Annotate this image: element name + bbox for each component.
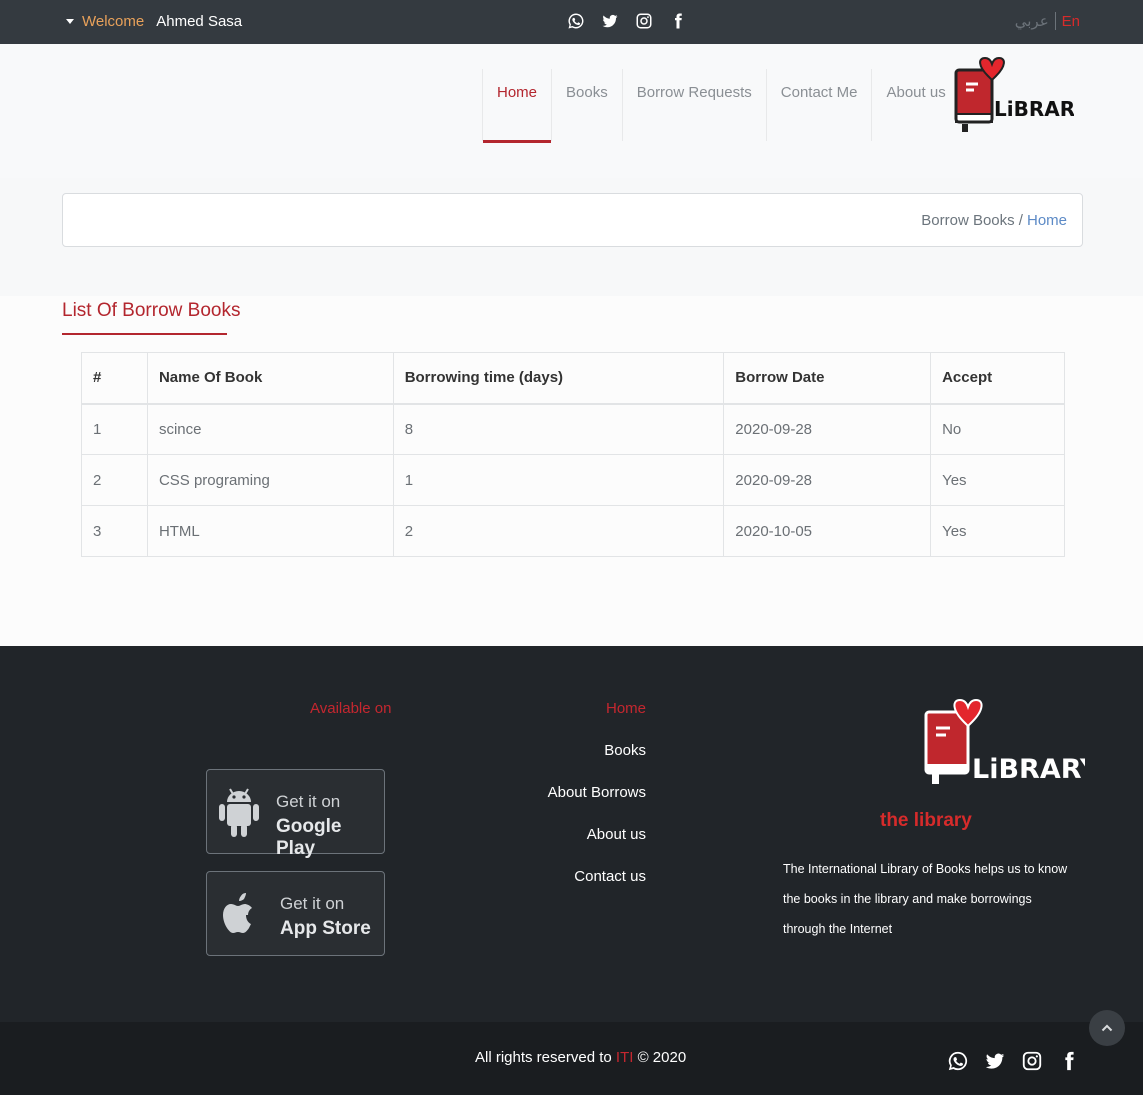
nav-contact-me[interactable]: Contact Me xyxy=(765,69,872,141)
cell-borrowing-time: 8 xyxy=(392,403,725,455)
table-row: 3 HTML 2 2020-10-05 Yes xyxy=(81,505,1065,557)
google-play-button[interactable]: Get it on Google Play xyxy=(206,769,385,859)
app-store-line1: Get it on xyxy=(280,894,345,913)
welcome-dropdown[interactable]: Welcome Ahmed Sasa xyxy=(66,13,242,30)
breadcrumb-trail: Borrow Books / Home xyxy=(921,212,1067,229)
nav-home[interactable]: Home xyxy=(482,69,552,143)
column-header-book-name: Name Of Book xyxy=(146,352,394,405)
google-play-line1: Get it on xyxy=(276,792,341,811)
svg-text:LiBRARY: LiBRARY xyxy=(994,97,1074,121)
footer-library-logo: LiBRARY xyxy=(924,698,1085,785)
nav-borrow-requests[interactable]: Borrow Requests xyxy=(621,69,766,141)
column-header-borrow-date: Borrow Date xyxy=(723,352,932,405)
footer-link-home[interactable]: Home xyxy=(548,700,646,742)
apple-icon xyxy=(223,893,252,933)
cell-book-name: HTML xyxy=(146,505,394,557)
cell-borrow-date: 2020-09-28 xyxy=(723,454,932,506)
cell-number: 3 xyxy=(81,505,148,557)
instagram-icon[interactable] xyxy=(1020,1049,1043,1072)
site-footer: Available on Get it on Google Play Get i… xyxy=(0,646,1143,1022)
user-name: Ahmed Sasa xyxy=(156,13,243,30)
table-row: 1 scince 8 2020-09-28 No xyxy=(81,403,1065,455)
caret-down-icon xyxy=(66,19,74,24)
instagram-icon[interactable] xyxy=(634,11,654,31)
welcome-label: Welcome xyxy=(82,13,145,30)
nav-books[interactable]: Books xyxy=(551,69,622,141)
facebook-icon[interactable] xyxy=(668,11,688,31)
cell-borrow-date: 2020-10-05 xyxy=(723,505,932,557)
footer-link-about-us[interactable]: About us xyxy=(548,826,646,868)
borrow-books-table: # Name Of Book Borrowing time (days) Bor… xyxy=(81,352,1065,557)
table-header-row: # Name Of Book Borrowing time (days) Bor… xyxy=(81,352,1065,405)
title-underline xyxy=(62,333,227,335)
cell-accept: Yes xyxy=(930,505,1065,557)
site-header: Home Books Borrow Requests Contact Me Ab… xyxy=(0,44,1143,178)
copyright-org: ITI xyxy=(615,1049,634,1066)
facebook-icon[interactable] xyxy=(1057,1049,1080,1072)
footer-description: The International Library of Books helps… xyxy=(783,862,1068,936)
page-title: List Of Borrow Books xyxy=(62,300,241,321)
available-on-label: Available on xyxy=(310,700,392,717)
chevron-up-icon xyxy=(1101,1024,1113,1032)
app-store-line2: App Store xyxy=(280,918,371,939)
column-header-borrowing-time: Borrowing time (days) xyxy=(392,352,725,405)
main-content: List Of Borrow Books # Name Of Book Borr… xyxy=(0,296,1143,646)
main-nav: Home Books Borrow Requests Contact Me Ab… xyxy=(482,69,960,143)
cell-accept: Yes xyxy=(930,454,1065,506)
copyright-bar: All rights reserved to ITI © 2020 xyxy=(0,1022,1143,1095)
breadcrumb: Borrow Books / Home xyxy=(62,193,1083,247)
footer-social-links xyxy=(946,1049,1080,1072)
breadcrumb-current: Borrow Books / xyxy=(921,212,1023,229)
lang-english-link[interactable]: En xyxy=(1056,13,1080,30)
cell-borrow-date: 2020-09-28 xyxy=(723,403,932,455)
cell-book-name: scince xyxy=(146,403,394,455)
svg-text:LiBRARY: LiBRARY xyxy=(972,754,1085,785)
top-social-links xyxy=(566,11,688,31)
copyright-prefix: All rights reserved to xyxy=(475,1049,612,1066)
app-store-button[interactable]: Get it on App Store xyxy=(206,871,385,956)
column-header-accept: Accept xyxy=(930,352,1065,405)
table-row: 2 CSS programing 1 2020-09-28 Yes xyxy=(81,454,1065,506)
library-logo[interactable]: LiBRARY xyxy=(954,56,1074,134)
footer-links: Home Books About Borrows About us Contac… xyxy=(548,700,646,910)
footer-link-books[interactable]: Books xyxy=(548,742,646,784)
cell-borrowing-time: 1 xyxy=(392,454,725,506)
nav-about-us[interactable]: About us xyxy=(871,69,959,141)
footer-link-contact-us[interactable]: Contact us xyxy=(548,868,646,910)
breadcrumb-home-link[interactable]: Home xyxy=(1027,212,1067,229)
cell-number: 1 xyxy=(81,403,148,455)
copyright-text: All rights reserved to ITI © 2020 xyxy=(475,1049,686,1066)
android-icon xyxy=(219,788,259,837)
twitter-icon[interactable] xyxy=(600,11,620,31)
whatsapp-icon[interactable] xyxy=(946,1049,969,1072)
footer-brand-name: the library xyxy=(880,810,972,831)
cell-number: 2 xyxy=(81,454,148,506)
cell-book-name: CSS programing xyxy=(146,454,394,506)
breadcrumb-section: Borrow Books / Home xyxy=(0,178,1143,296)
cell-borrowing-time: 2 xyxy=(392,505,725,557)
twitter-icon[interactable] xyxy=(983,1049,1006,1072)
lang-arabic-link[interactable]: عربي xyxy=(1015,12,1056,30)
scroll-to-top-button[interactable] xyxy=(1089,1010,1125,1046)
top-bar: Welcome Ahmed Sasa عربي En xyxy=(0,0,1143,44)
copyright-suffix: © 2020 xyxy=(637,1049,687,1066)
cell-accept: No xyxy=(930,403,1065,455)
footer-link-about-borrows[interactable]: About Borrows xyxy=(548,784,646,826)
language-switcher: عربي En xyxy=(1015,12,1080,30)
whatsapp-icon[interactable] xyxy=(566,11,586,31)
google-play-line2: Google Play xyxy=(276,816,342,859)
column-header-number: # xyxy=(81,352,148,405)
